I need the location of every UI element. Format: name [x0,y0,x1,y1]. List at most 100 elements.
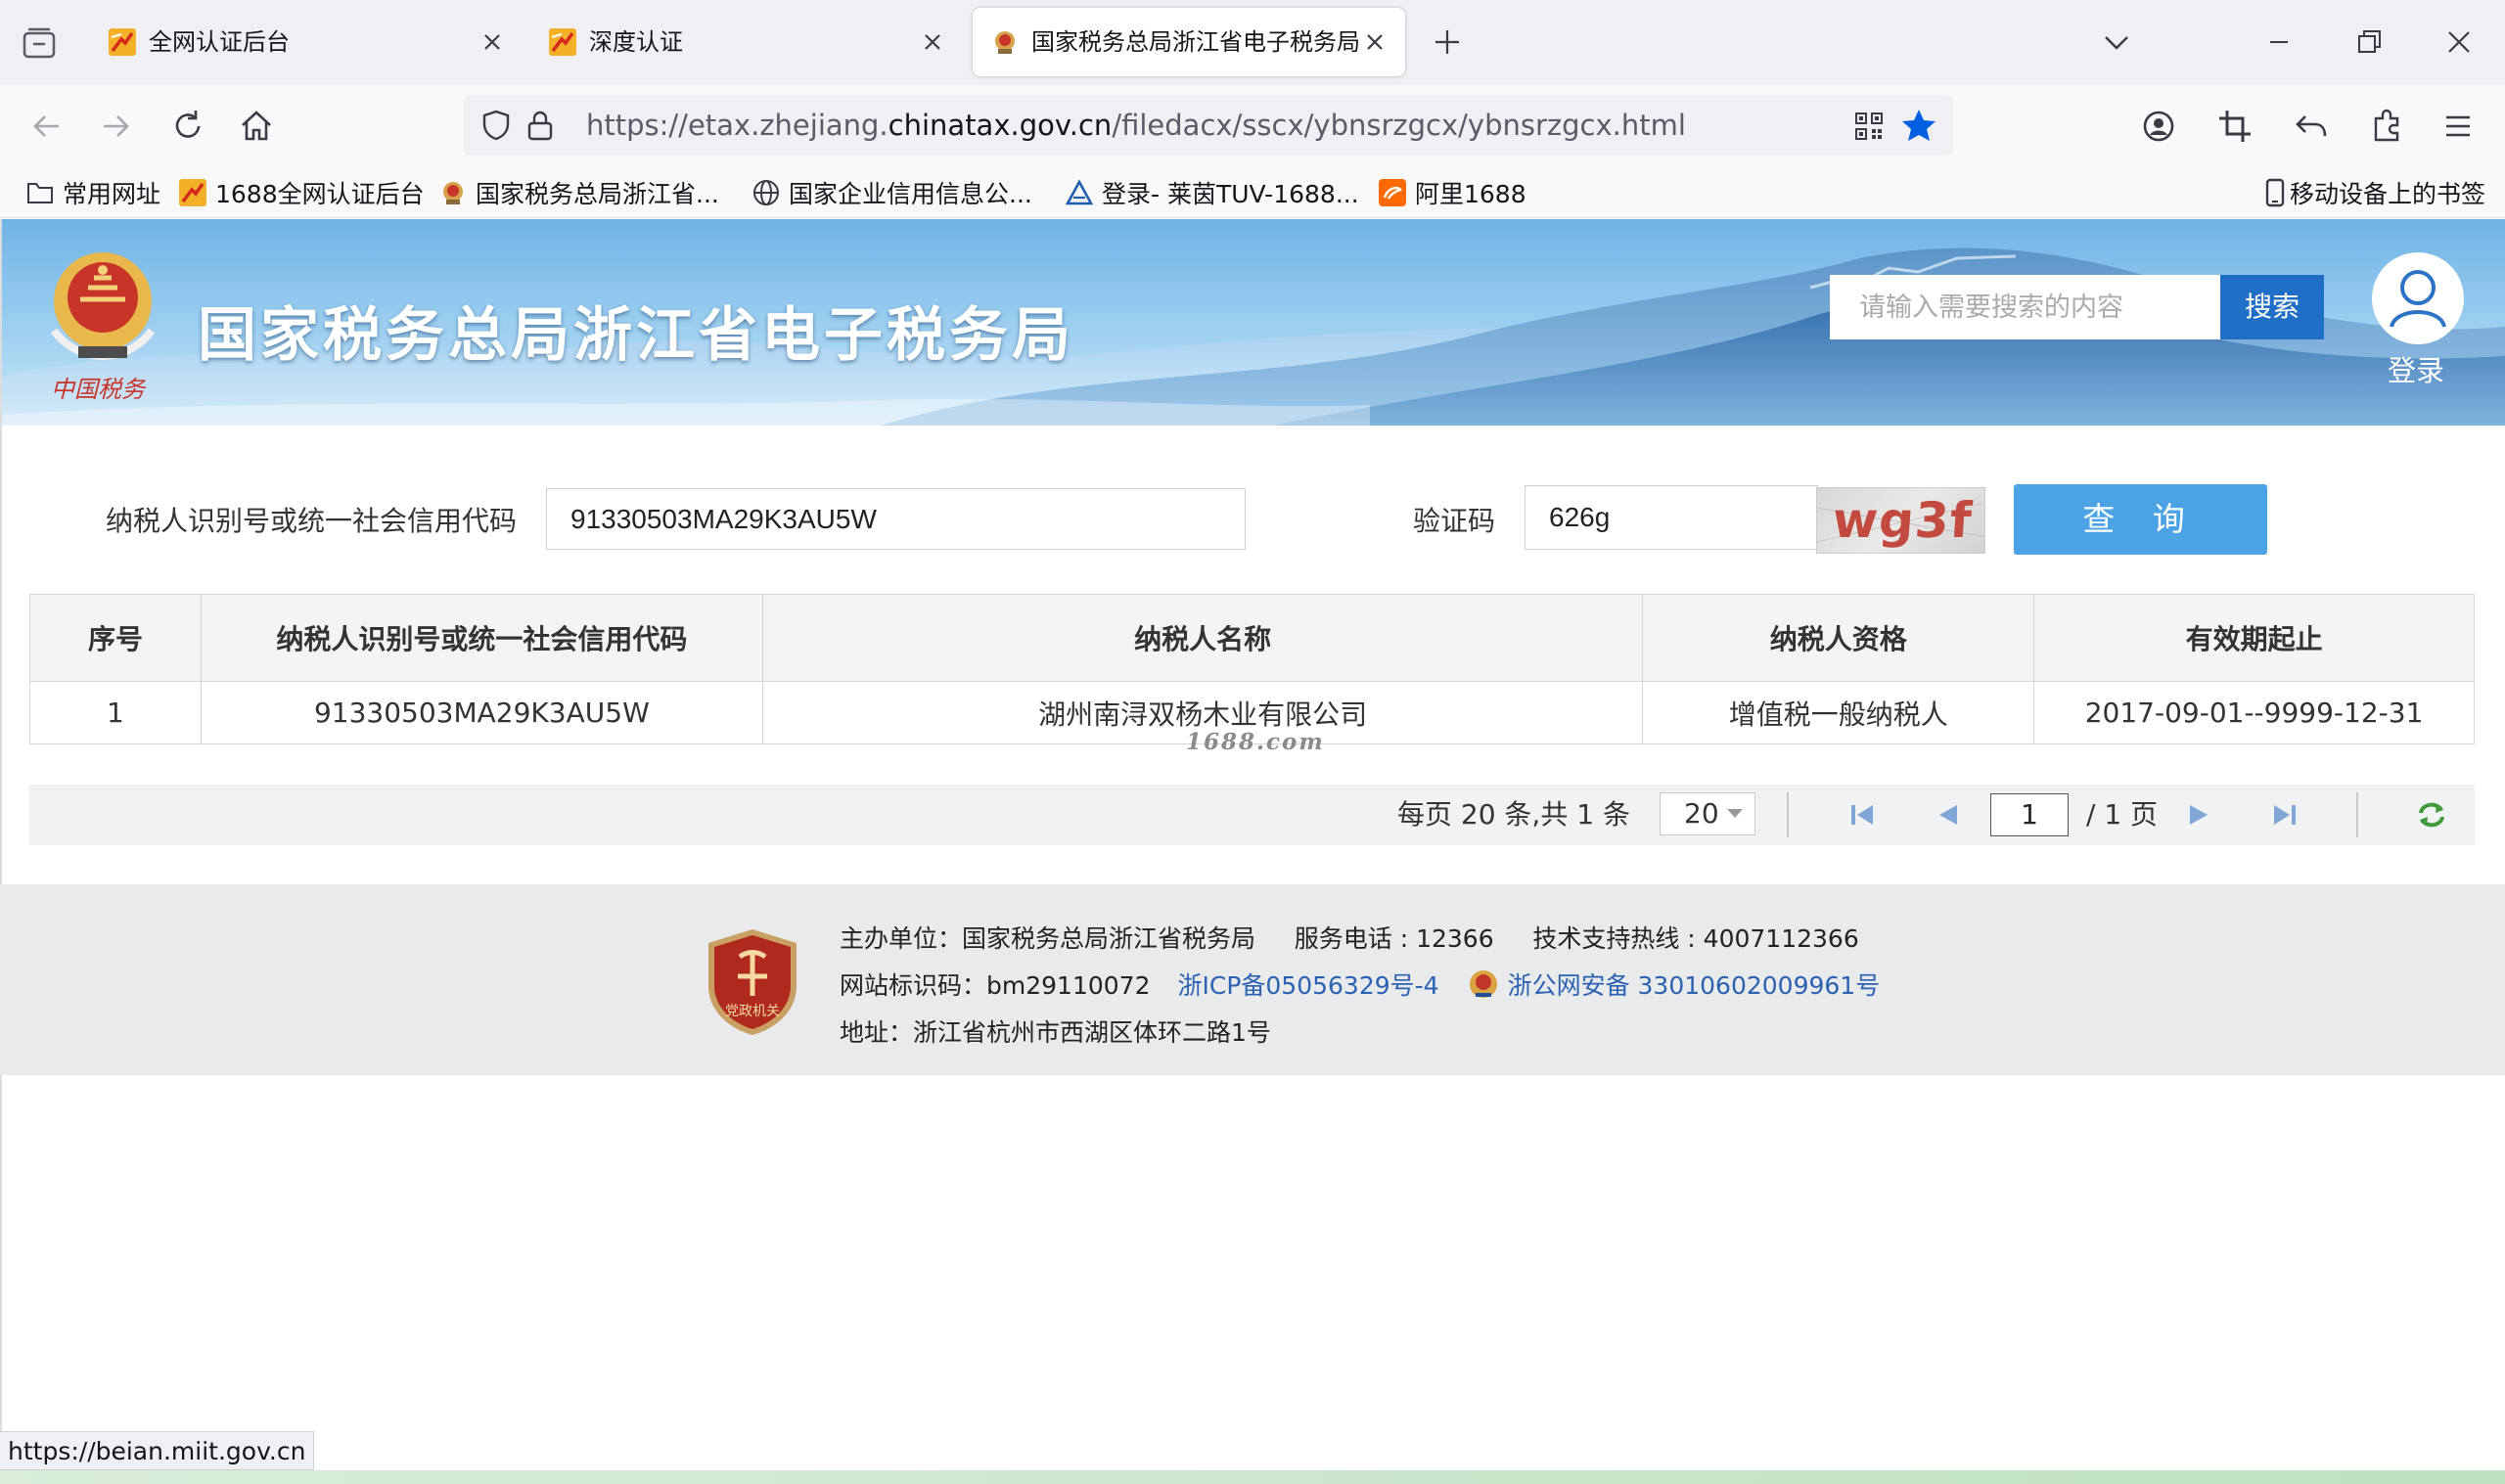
tax-emblem-favicon-icon [443,181,463,204]
rocket-favicon-icon [549,28,576,56]
last-page-icon[interactable] [2268,798,2301,832]
svg-text:中国税务: 中国税务 [51,376,147,403]
next-page-icon[interactable] [2182,798,2215,832]
page-left-border [0,219,2,1471]
captcha-input[interactable]: 626g [1525,485,1818,550]
bookmark-label: 登录- 莱茵TUV-1688... [1102,179,1359,208]
pagination-separator [2356,792,2358,837]
footer-support-hotline: 技术支持热线 : 4007112366 [1532,924,1859,953]
bookmark-mobile[interactable]: 移动设备上的书签 [2264,166,2485,218]
icp-record-link[interactable]: 浙ICP备05056329号-4 [1177,967,1438,1002]
first-page-icon[interactable] [1845,798,1879,832]
list-all-tabs-button[interactable] [22,26,57,60]
bookmark-common-sites[interactable]: 常用网址 [25,166,160,218]
url-domain: chinatax.gov.cn [888,109,1113,142]
back-button[interactable] [25,105,68,148]
tab-title: 深度认证 [589,28,683,56]
bookmark-tuv-login[interactable]: 登录- 莱茵TUV-1688... [1065,166,1359,218]
tax-emblem-favicon-icon [995,31,1015,54]
bookmark-label: 1688全网认证后台 [215,179,425,208]
captcha-image-text: wg3f [1830,492,1975,549]
qr-code-icon[interactable] [1853,111,1885,142]
mobile-device-icon [2265,178,2285,206]
status-bar-url: https://beian.miit.gov.cn [0,1431,315,1470]
tab-etax-active[interactable]: 国家税务总局浙江省电子税务局 [973,8,1405,76]
close-tab-icon[interactable] [479,29,505,55]
tab-quanwang[interactable]: 全网认证后台 [90,8,513,76]
hamburger-menu-icon [2446,115,2470,137]
cell-qualification: 增值税一般纳税人 [1642,681,2035,744]
dropdown-arrow-icon[interactable] [1724,802,1746,824]
reload-icon [175,111,201,138]
reload-button[interactable] [166,105,209,148]
national-tax-emblem-logo: 中国税务 [50,252,156,403]
bookmarks-toolbar: 常用网址 1688全网认证后台 国家税务总局浙江省... 国家企业信用信息公..… [0,166,2505,218]
tab-strip: 全网认证后台 深度认证 国家税务总局浙江省电子税务局 [0,0,2505,85]
results-table: 序号 纳税人识别号或统一社会信用代码 纳税人名称 纳税人资格 有效期起止 1 9… [29,594,2475,744]
tab-list-icon [23,27,56,59]
folder-icon [27,182,53,203]
close-window-button[interactable] [2442,25,2476,59]
bookmark-credit-info[interactable]: 国家企业信用信息公... [752,166,1032,218]
url-text[interactable]: https://etax.zhejiang.chinatax.gov.cn/fi… [586,95,1686,156]
tab-title: 国家税务总局浙江省电子税务局 [1031,28,1360,56]
user-avatar-icon[interactable] [2370,250,2466,346]
taxpayer-id-label: 纳税人识别号或统一社会信用代码 [106,505,518,537]
app-menu-button[interactable] [2437,105,2480,148]
bookmark-label: 阿里1688 [1415,179,1526,208]
window-bottom-edge [0,1470,2505,1484]
bookmark-1688-auth[interactable]: 1688全网认证后台 [178,166,425,218]
previous-page-icon[interactable] [1932,798,1965,832]
cell-index: 1 [29,681,202,744]
captcha-image[interactable]: wg3f [1816,487,1985,554]
badge-text: 党政机关 [725,1004,780,1019]
extensions-button[interactable] [2366,105,2409,148]
footer-line-2: 网站标识码：bm29110072 浙ICP备05056329号-4 浙公网安备 … [840,967,1880,1002]
tab-shendu[interactable]: 深度认证 [530,8,953,76]
site-search-button[interactable]: 搜索 [2220,275,2324,339]
footer-host-unit: 主办单位：国家税务总局浙江省税务局 [840,924,1256,953]
home-icon [242,111,271,141]
login-link[interactable]: 登录 [2388,348,2444,389]
column-header-index: 序号 [29,594,202,682]
column-header-validity: 有效期起止 [2033,594,2475,682]
police-record-emblem-icon [1469,970,1497,998]
page-number-input[interactable]: 1 [1990,793,2069,836]
refresh-icon[interactable] [2415,798,2448,832]
home-button[interactable] [235,105,278,148]
police-record-link[interactable]: 浙公网安备 33010602009961号 [1508,967,1881,1002]
account-icon [2143,111,2174,142]
tracking-shield-icon[interactable] [479,109,513,142]
minimize-icon [2270,41,2288,43]
footer-address: 地址：浙江省杭州市西湖区体环二路1号 [840,1018,1271,1047]
column-header-taxpayer-id: 纳税人识别号或统一社会信用代码 [200,594,763,682]
close-tab-icon[interactable] [920,29,945,55]
query-button[interactable]: 查 询 [2014,484,2267,555]
pagination-separator [1787,792,1789,837]
rocket-favicon-icon [109,28,136,56]
new-tab-button[interactable] [1431,25,1464,59]
forward-button[interactable] [94,105,137,148]
url-bar[interactable]: https://etax.zhejiang.chinatax.gov.cn/fi… [464,95,1953,156]
undo-button[interactable] [2290,105,2333,148]
party-government-badge-icon[interactable]: 党政机关 [705,927,800,1037]
close-tab-icon[interactable] [1362,29,1388,55]
url-prefix: https://etax.zhejiang. [586,109,888,142]
account-button[interactable] [2137,105,2180,148]
tab-overflow-button[interactable] [2100,27,2133,57]
site-search-input[interactable] [1830,275,2220,339]
lock-icon[interactable] [524,109,556,142]
bookmark-star-icon[interactable] [1900,108,1937,143]
screenshot-button[interactable] [2213,105,2256,148]
restore-window-button[interactable] [2352,25,2386,59]
rocket-favicon-icon [179,178,206,206]
restore-icon [2358,30,2381,53]
bookmark-ali1688[interactable]: 阿里1688 [1378,166,1526,218]
site-header-banner: 中国税务 国家税务总局浙江省电子税务局 搜索 登录 [0,219,2505,426]
ali1688-icon [1379,178,1406,206]
taxpayer-id-input[interactable]: 91330503MA29K3AU5W [546,488,1246,550]
bookmark-etax-zhejiang[interactable]: 国家税务总局浙江省... [438,166,719,218]
pagination-summary: 每页 20 条,共 1 条 [1397,798,1630,831]
cell-taxpayer-id: 91330503MA29K3AU5W [200,681,763,744]
minimize-window-button[interactable] [2262,27,2296,57]
